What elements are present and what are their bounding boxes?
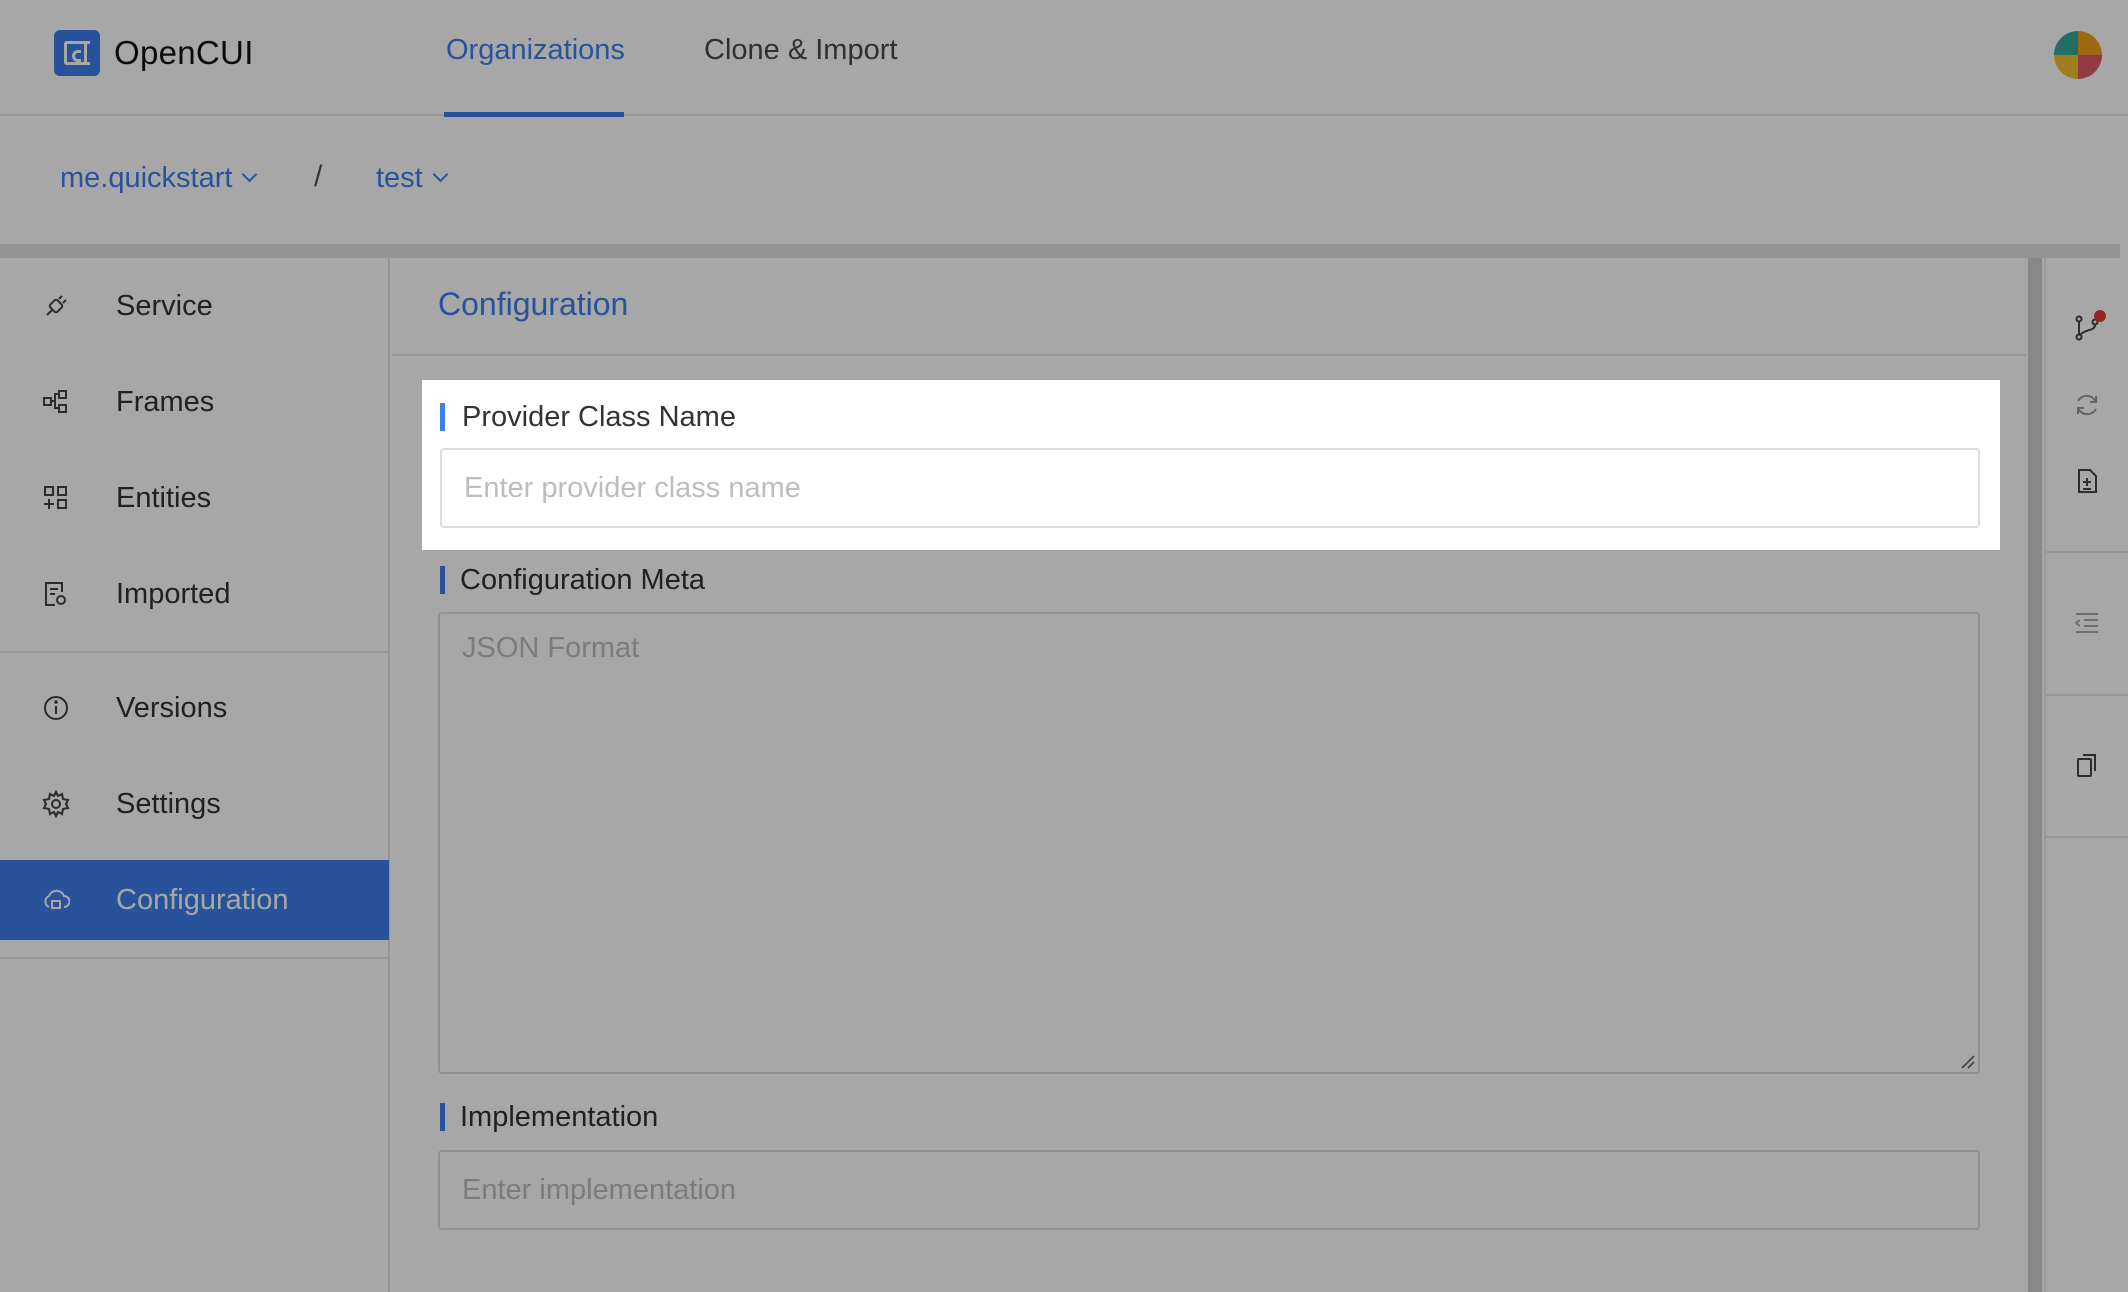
sidebar-divider <box>0 651 389 653</box>
user-avatar[interactable] <box>2054 31 2102 79</box>
active-tab-indicator <box>444 112 624 117</box>
configuration-meta-textarea[interactable] <box>438 612 1980 1074</box>
sidebar-item-versions[interactable]: Versions <box>0 668 389 748</box>
logo-text: OpenCUI <box>114 34 254 71</box>
info-icon <box>42 694 70 722</box>
configuration-meta-label: Configuration Meta <box>438 564 705 597</box>
copy-icon[interactable] <box>2072 750 2102 780</box>
breadcrumb-separator: / <box>314 160 323 193</box>
toolbar-divider <box>2046 836 2128 838</box>
entities-icon <box>42 484 70 512</box>
provider-class-name-label: Provider Class Name <box>440 401 736 434</box>
toolbar-divider <box>2046 551 2128 553</box>
sidebar-item-label: Frames <box>116 385 215 418</box>
implementation-input[interactable] <box>438 1150 1980 1230</box>
tab-clone-import[interactable]: Clone & Import <box>704 34 897 67</box>
title-divider <box>392 354 2026 356</box>
frames-icon <box>42 388 70 416</box>
sidebar-item-service[interactable]: Service <box>0 266 389 346</box>
sidebar-item-label: Service <box>116 289 213 322</box>
sidebar-item-imported[interactable]: Imported <box>0 554 389 634</box>
sidebar-item-settings[interactable]: Settings <box>0 764 389 844</box>
cloud-icon <box>42 886 70 914</box>
chevron-down-icon <box>432 166 449 183</box>
provider-class-name-input[interactable] <box>440 448 1980 528</box>
page-title: Configuration <box>438 286 629 322</box>
imported-icon <box>42 580 70 608</box>
outdent-icon[interactable] <box>2072 608 2102 638</box>
sidebar-item-label: Entities <box>116 481 212 514</box>
sidebar-item-label: Versions <box>116 691 228 724</box>
sidebar-item-configuration[interactable]: Configuration <box>0 860 389 940</box>
sidebar-item-label: Imported <box>116 577 231 610</box>
toolbar-divider <box>2046 694 2128 696</box>
notification-dot <box>2094 310 2106 322</box>
implementation-label: Implementation <box>438 1101 658 1134</box>
scrollbar[interactable] <box>2028 258 2042 1292</box>
refresh-icon[interactable] <box>2072 390 2102 420</box>
sidebar-divider <box>0 957 389 959</box>
breadcrumb-org[interactable]: me.quickstart <box>60 162 258 195</box>
sidebar-item-entities[interactable]: Entities <box>0 458 389 538</box>
sidebar-item-label: Settings <box>116 787 221 820</box>
sidebar: Service Frames Entities Imported Version… <box>0 258 390 1292</box>
chevron-down-icon <box>242 166 258 183</box>
gear-icon <box>42 790 70 818</box>
sidebar-item-label: Configuration <box>116 883 289 916</box>
breadcrumb-project-label: test <box>376 162 423 194</box>
top-header: OpenCUI Organizations Clone & Import <box>0 0 2128 117</box>
divider-band <box>0 244 2120 258</box>
app-logo[interactable]: OpenCUI <box>54 30 254 76</box>
sidebar-item-frames[interactable]: Frames <box>0 362 389 442</box>
tab-organizations[interactable]: Organizations <box>446 34 625 67</box>
breadcrumb-org-label: me.quickstart <box>60 162 233 194</box>
breadcrumb-project[interactable]: test <box>376 162 449 195</box>
plug-icon <box>42 292 70 320</box>
resize-handle-icon[interactable] <box>1958 1052 1976 1070</box>
document-add-icon[interactable] <box>2072 466 2102 496</box>
opencui-logo-icon <box>54 30 100 76</box>
